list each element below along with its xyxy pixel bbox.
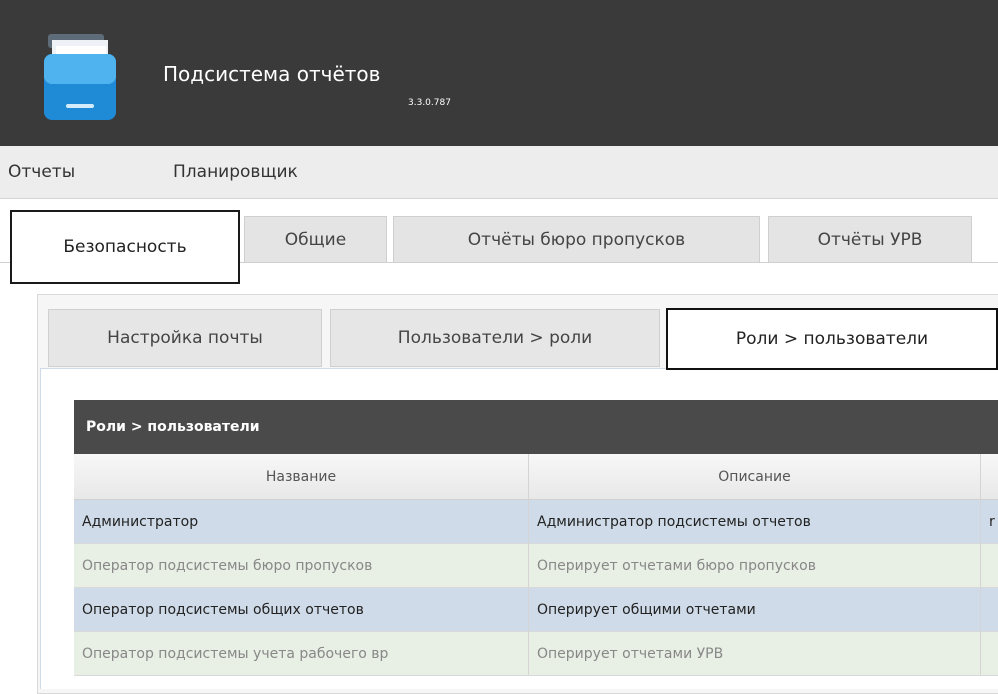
role-extra-cell xyxy=(981,544,998,587)
role-description-cell: Оперирует отчетами УРВ xyxy=(529,632,981,675)
roles-users-grid: Роли > пользователи Название Описание Ад… xyxy=(74,400,998,676)
app-header: Подсистема отчётов 3.3.0.787 xyxy=(0,0,998,146)
tab-time-attendance-reports[interactable]: Отчёты УРВ xyxy=(768,216,972,262)
folder-icon xyxy=(44,34,116,120)
column-header-extra[interactable] xyxy=(981,454,998,499)
table-row[interactable]: Оператор подсистемы бюро пропусков Опери… xyxy=(74,544,998,588)
menu-item-scheduler[interactable]: Планировщик xyxy=(173,162,298,182)
role-name-cell: Администратор xyxy=(74,500,529,543)
subtab-users-roles[interactable]: Пользователи > роли xyxy=(330,309,660,367)
grid-header: Название Описание xyxy=(74,454,998,500)
menu-bar: Отчеты Планировщик xyxy=(0,146,998,199)
tab-pass-bureau-reports[interactable]: Отчёты бюро пропусков xyxy=(393,216,760,262)
role-description-cell: Оперирует отчетами бюро пропусков xyxy=(529,544,981,587)
app-version: 3.3.0.787 xyxy=(408,98,451,108)
role-name-cell: Оператор подсистемы общих отчетов xyxy=(74,588,529,631)
subtab-mail-settings[interactable]: Настройка почты xyxy=(48,309,322,367)
column-header-name[interactable]: Название xyxy=(74,454,529,499)
table-row[interactable]: Оператор подсистемы общих отчетов Оперир… xyxy=(74,588,998,632)
role-extra-cell xyxy=(981,588,998,631)
role-name-cell: Оператор подсистемы учета рабочего вр xyxy=(74,632,529,675)
role-name-cell: Оператор подсистемы бюро пропусков xyxy=(74,544,529,587)
column-header-description[interactable]: Описание xyxy=(529,454,981,499)
table-row[interactable]: Администратор Администратор подсистемы о… xyxy=(74,500,998,544)
role-extra-cell xyxy=(981,632,998,675)
role-description-cell: Администратор подсистемы отчетов xyxy=(529,500,981,543)
role-extra-cell: r xyxy=(989,513,995,530)
grid-title: Роли > пользователи xyxy=(74,400,998,454)
tab-general[interactable]: Общие xyxy=(244,216,387,262)
role-description-cell: Оперирует общими отчетами xyxy=(529,588,981,631)
table-row[interactable]: Оператор подсистемы учета рабочего вр Оп… xyxy=(74,632,998,676)
app-title: Подсистема отчётов xyxy=(163,62,381,86)
tab-security[interactable]: Безопасность xyxy=(10,210,240,284)
menu-item-reports[interactable]: Отчеты xyxy=(8,162,75,182)
subtab-roles-users[interactable]: Роли > пользователи xyxy=(666,308,998,370)
